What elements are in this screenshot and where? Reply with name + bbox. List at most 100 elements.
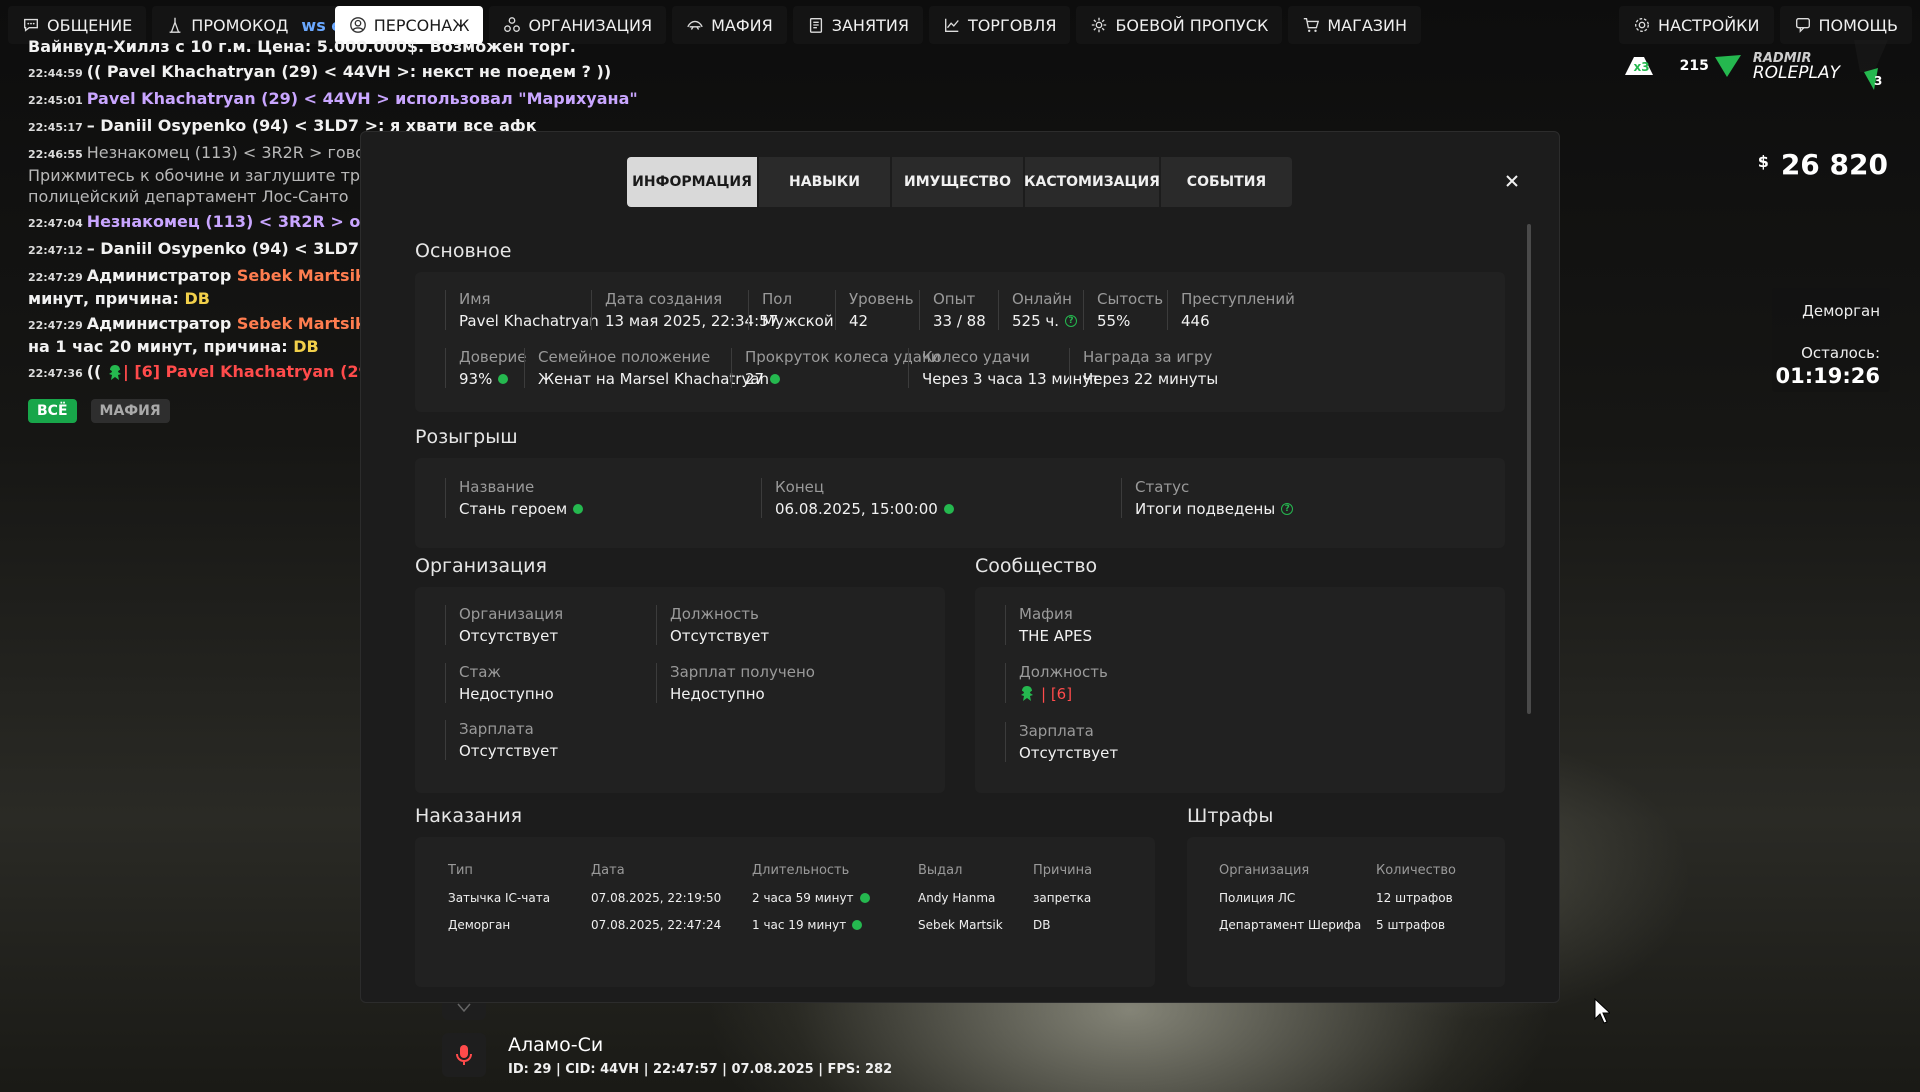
field-value-text: 06.08.2025, 15:00:00 <box>775 500 938 518</box>
table-header: Длительность <box>752 863 850 878</box>
field-value-text: 42 <box>849 312 869 330</box>
table-cell: 5 штрафов <box>1376 918 1446 932</box>
table-cell-text: запретка <box>1033 891 1092 905</box>
info-field: Статус Итоги подведены? <box>1121 478 1294 518</box>
table-cell-text: Sebek Martsik <box>918 918 1003 932</box>
server-logo: RADMIR ROLEPLAY <box>1752 51 1840 83</box>
tab-kastomizaciya[interactable]: Кастомизация <box>1024 157 1160 207</box>
field-value-text: Итоги подведены <box>1135 500 1276 518</box>
modal-scrollbar[interactable] <box>1527 224 1531 714</box>
field-label: Зарплат получено <box>670 663 815 681</box>
status-dot-icon <box>498 374 509 384</box>
field-value-text: 93% <box>459 370 493 388</box>
money-display: $ 26 820 <box>1758 148 1888 181</box>
field-value-text: 55% <box>1097 312 1131 330</box>
table-cell: 07.08.2025, 22:47:24 <box>591 918 721 932</box>
field-value: 33 / 88 <box>933 312 986 330</box>
chat-timestamp: 22:47:36 <box>28 367 83 380</box>
nav-label: ТОРГОВЛЯ <box>967 15 1057 35</box>
field-label: Пол <box>762 290 793 308</box>
punishments-panel: Тип Дата Длительность Выдал Причина Затычка I… <box>415 837 1155 987</box>
chat-text: | [6] Pavel Khachatryan (29 <box>122 362 370 381</box>
nav-magazin[interactable]: МАГАЗИН <box>1288 6 1422 44</box>
mafia-rank-icon <box>108 364 121 380</box>
chat-text: Sebek Martsik <box>236 314 366 333</box>
info-field: Конец 06.08.2025, 15:00:00 <box>761 478 954 518</box>
field-label: Имя <box>459 290 491 308</box>
timer-label: Осталось: <box>1801 344 1880 362</box>
info-field: Сытость 55% <box>1083 290 1163 330</box>
field-value-text: Отсутствует <box>1019 744 1119 762</box>
online-badge: 215 <box>1680 51 1743 81</box>
help-icon[interactable]: ? <box>1065 315 1078 327</box>
field-value-text: 33 / 88 <box>933 312 986 330</box>
field-value: Отсутствует <box>459 627 563 645</box>
nav-label: ЗАНЯТИЯ <box>831 15 909 35</box>
currency-symbol: $ <box>1757 152 1769 171</box>
field-value: Стань героем <box>459 500 584 518</box>
field-value-text: 525 ч. <box>1012 312 1060 330</box>
table-cell-text: 2 часа 59 минут <box>752 891 854 905</box>
field-value: 42 <box>849 312 914 330</box>
jail-timer: Деморган Осталось: 01:19:26 <box>1772 288 1890 392</box>
chat-timestamp: 22:44:59 <box>28 67 83 80</box>
info-field: Должность Отсутствует <box>656 605 769 645</box>
field-value: Недоступно <box>459 685 554 703</box>
server-number-icon <box>1854 40 1888 90</box>
chat-timestamp: 22:47:29 <box>28 271 83 284</box>
chat-tab-all[interactable]: ВСЁ <box>28 399 77 423</box>
chat-tab-mafia[interactable]: МАФИЯ <box>90 399 170 423</box>
chat-text: DB <box>184 289 210 308</box>
field-value: 93% <box>459 370 526 388</box>
table-cell: 07.08.2025, 22:19:50 <box>591 891 721 905</box>
tab-informaciya[interactable]: Информация <box>627 157 757 207</box>
chat-tabs: ВСЁ МАФИЯ <box>28 399 170 423</box>
chat-text: Вайнвуд-Хиллз с 10 г.м. Цена: 5.000.000$… <box>28 37 576 56</box>
tab-imushchestvo[interactable]: Имущество <box>892 157 1023 207</box>
table-cell-text: Деморган <box>448 918 511 932</box>
field-value-text: Отсутствует <box>459 627 559 645</box>
field-value-text: Отсутствует <box>459 742 559 760</box>
voice-indicator[interactable] <box>442 1033 486 1077</box>
location-name: Аламо-Си <box>508 1033 604 1056</box>
chat-timestamp: 22:47:04 <box>28 217 83 230</box>
promo-icon <box>169 17 181 33</box>
table-cell: 1 час 19 минут <box>752 918 863 932</box>
table-cell-text: 1 час 19 минут <box>752 918 847 932</box>
info-field: Название Стань героем <box>445 478 584 518</box>
close-button[interactable] <box>1501 170 1523 192</box>
chat-timestamp: 22:47:29 <box>28 319 83 332</box>
help-chat-icon <box>1795 18 1810 33</box>
help-icon[interactable]: ? <box>1281 503 1294 515</box>
settings-icon <box>1635 18 1650 32</box>
field-label: Название <box>459 478 535 496</box>
table-cell: Деморган <box>448 918 510 932</box>
table-cell: Затычка IC-чата <box>448 891 550 905</box>
table-header: Причина <box>1033 863 1093 878</box>
section-title-fines: Штрафы <box>1187 805 1274 827</box>
bottom-hud: Аламо-Си ID: 29 | CID: 44VH | 22:47:57 |… <box>442 1033 892 1077</box>
nav-mafiya[interactable]: МАФИЯ <box>672 6 787 44</box>
table-header: Количество <box>1376 863 1456 878</box>
nav-torgovlya[interactable]: ТОРГОВЛЯ <box>928 6 1071 44</box>
community-panel: Мафия THE APES Должность | [6] Зарплата Отсут… <box>975 587 1505 793</box>
tab-navyki[interactable]: Навыки <box>759 157 890 207</box>
timer-value: 01:19:26 <box>1775 364 1880 388</box>
info-field: Стаж Недоступно <box>445 663 554 703</box>
field-value: Отсутствует <box>459 742 558 760</box>
table-cell: запретка <box>1033 891 1091 905</box>
mafia-icon <box>687 20 703 30</box>
nav-zanyatiya[interactable]: ЗАНЯТИЯ <box>792 6 923 44</box>
giveaway-panel: Название Стань героем Конец 06.08.2025, 15:… <box>415 458 1505 548</box>
timer-title: Деморган <box>1802 302 1880 320</box>
chat-text: Незнакомец (113) < 3R2R > отсте <box>86 212 400 231</box>
organization-icon <box>504 17 521 32</box>
status-dot-icon <box>573 504 584 514</box>
tasks-icon <box>809 18 822 33</box>
chat-timestamp: 22:46:55 <box>28 148 83 161</box>
nav-boevoy-propusk[interactable]: БОЕВОЙ ПРОПУСК <box>1076 6 1283 44</box>
table-cell-text: 07.08.2025, 22:47:24 <box>591 918 722 932</box>
mafia-rank-icon <box>1021 686 1033 701</box>
field-value-text: Недоступно <box>459 685 554 703</box>
tab-sobytiya[interactable]: События <box>1161 157 1292 207</box>
